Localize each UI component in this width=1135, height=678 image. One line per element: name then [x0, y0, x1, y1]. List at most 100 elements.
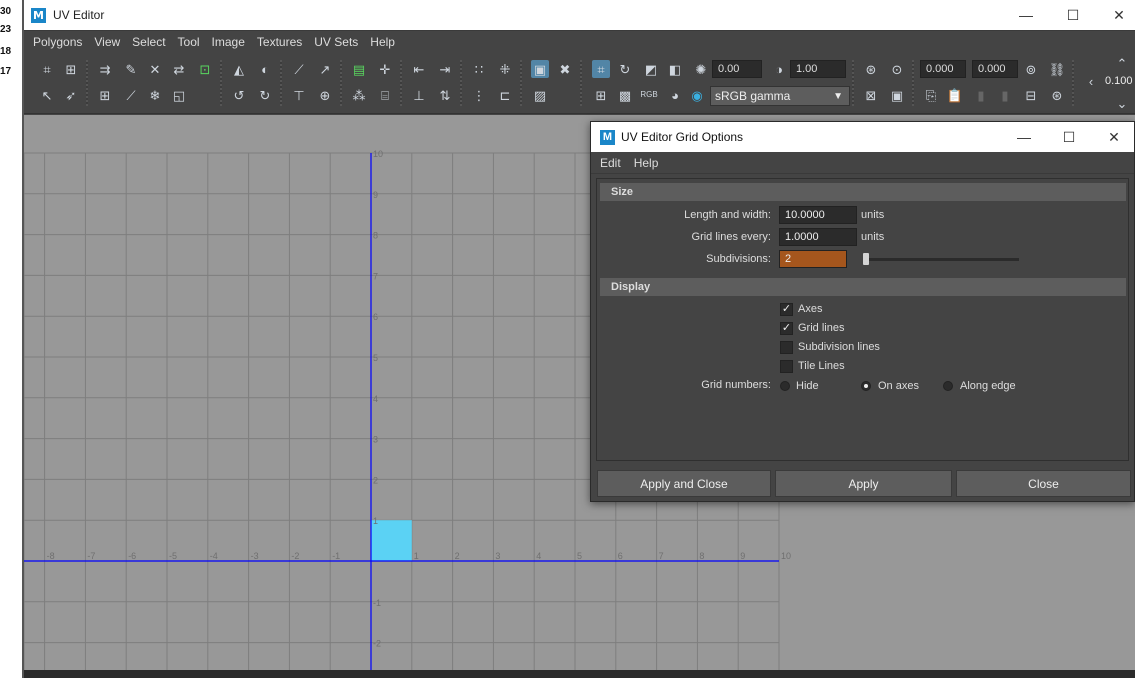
rgb-channels-icon[interactable]: RGB [640, 86, 658, 104]
paste-u-icon[interactable]: ▮ [972, 86, 990, 104]
menu-uv-sets[interactable]: UV Sets [314, 35, 358, 49]
align-right-icon[interactable]: ⇥ [436, 60, 454, 78]
rotate-uvs-icon[interactable]: ↗ [316, 60, 334, 78]
cut-uvs-icon[interactable]: ⌗ [38, 60, 56, 78]
grid-uvs-icon[interactable]: ✛ [376, 60, 394, 78]
delete-uvs-icon[interactable]: ✕ [146, 60, 164, 78]
chevron-up-icon[interactable]: ⌃ [1113, 54, 1131, 72]
paste-v-icon[interactable]: ▮ [996, 86, 1014, 104]
maximize-button[interactable]: ☐ [1050, 0, 1096, 30]
optimize-icon[interactable]: ⁂ [350, 86, 368, 104]
align-center-icon[interactable]: ⊕ [316, 86, 334, 104]
grid-toggle-icon[interactable]: ⊞ [592, 86, 610, 104]
menu-select[interactable]: Select [132, 35, 165, 49]
length-field[interactable]: 10.0000 [779, 206, 857, 224]
align-vertical-icon[interactable]: ⇅ [436, 86, 454, 104]
image-icon[interactable]: ▣ [888, 86, 906, 104]
shell-select-icon[interactable]: ⊞ [96, 86, 114, 104]
rotate-view-icon[interactable]: ↻ [616, 60, 634, 78]
copy-uv-icon[interactable]: ⊚ [1022, 60, 1040, 78]
menu-polygons[interactable]: Polygons [33, 35, 82, 49]
select-tool-icon[interactable]: ↖ [38, 86, 56, 104]
dim-image-icon[interactable]: ▨ [531, 86, 549, 104]
align-top-icon[interactable]: ⊤ [290, 86, 308, 104]
display-section-header[interactable]: Display [600, 278, 1126, 296]
paste-icon[interactable]: 📋 [946, 86, 964, 104]
layout-uvs-icon[interactable]: ⊡ [196, 60, 214, 78]
rotate-ccw-icon[interactable]: ↺ [230, 86, 248, 104]
radio-on-axes[interactable] [861, 381, 871, 391]
radio-hide[interactable] [780, 381, 790, 391]
dialog-titlebar[interactable]: M UV Editor Grid Options — ☐ ✕ [591, 122, 1134, 152]
sew-uvs-icon[interactable]: ⇉ [96, 60, 114, 78]
close-button[interactable]: ✕ [1096, 0, 1135, 30]
split-uvs-icon[interactable]: ⊞ [62, 60, 80, 78]
shaded-icon[interactable]: ◕ [666, 86, 684, 104]
subdivisions-field[interactable]: 2 [779, 250, 847, 268]
texel-density-icon[interactable]: ⌸ [376, 86, 394, 104]
axes-checkbox[interactable]: ✓ [780, 303, 793, 316]
gamma-field[interactable]: 1.00 [790, 60, 846, 78]
u-value-field[interactable]: 0.000 [920, 60, 966, 78]
symmetrize-icon[interactable]: ◱ [170, 86, 188, 104]
gamma-icon[interactable]: ◑ [770, 60, 788, 78]
menu-tool[interactable]: Tool [178, 35, 200, 49]
chevron-down-icon[interactable]: ⌄ [1113, 94, 1131, 112]
image-display-icon[interactable]: ▣ [531, 60, 549, 78]
color-swatch-icon[interactable]: ◧ [666, 60, 684, 78]
lasso-tool-icon[interactable]: ➶ [62, 86, 80, 104]
menu-view[interactable]: View [94, 35, 120, 49]
tile-lines-checkbox[interactable] [780, 360, 793, 373]
smudge-icon[interactable]: ⟋ [122, 86, 140, 104]
snapshot-icon[interactable]: ⊠ [862, 86, 880, 104]
brush-icon[interactable]: ✎ [122, 60, 140, 78]
merge-uvs-icon[interactable]: ⇄ [170, 60, 188, 78]
subdivisions-slider-thumb[interactable] [863, 253, 869, 265]
chevron-left-icon[interactable]: ‹ [1082, 72, 1100, 90]
menu-help[interactable]: Help [370, 35, 395, 49]
rotate-cw-icon[interactable]: ↻ [256, 86, 274, 104]
v-value-field[interactable]: 0.000 [972, 60, 1018, 78]
cycle-uv-icon[interactable]: ⊟ [1022, 86, 1040, 104]
flip-u-icon[interactable]: ◭ [230, 60, 248, 78]
menu-image[interactable]: Image [212, 35, 245, 49]
apply-and-close-button[interactable]: Apply and Close [597, 470, 771, 497]
colorspace-dropdown[interactable]: sRGB gamma ▼ [710, 86, 850, 106]
dialog-minimize-button[interactable]: — [1001, 122, 1047, 152]
menu-textures[interactable]: Textures [257, 35, 302, 49]
dialog-maximize-button[interactable]: ☐ [1046, 122, 1092, 152]
align-bottom-icon[interactable]: ⊥ [410, 86, 428, 104]
checker-tile-icon[interactable]: ▩ [616, 86, 634, 104]
minimize-button[interactable]: — [1003, 0, 1049, 30]
subdivisions-slider[interactable] [863, 258, 1019, 261]
copy-icon[interactable]: ⎘ [922, 86, 940, 104]
distribute-icon[interactable]: ∷ [470, 60, 488, 78]
grid-lines-checkbox[interactable]: ✓ [780, 322, 793, 335]
gather-icon[interactable]: ⋮ [470, 86, 488, 104]
psd-icon[interactable]: ⊙ [888, 60, 906, 78]
step-field[interactable]: 0.100 [1100, 72, 1135, 90]
window-titlebar[interactable]: M UV Editor — ☐ ✕ [24, 0, 1135, 30]
size-section-header[interactable]: Size [600, 183, 1126, 201]
pin-icon[interactable]: ❄ [146, 86, 164, 104]
shading-icon[interactable]: ◩ [642, 60, 660, 78]
checker-icon[interactable]: ✖ [556, 60, 574, 78]
dialog-close-button[interactable]: ✕ [1091, 122, 1135, 152]
color-management-icon[interactable]: ◉ [688, 86, 706, 104]
dialog-menu-help[interactable]: Help [634, 156, 659, 170]
close-dialog-button[interactable]: Close [956, 470, 1131, 497]
dialog-menu-edit[interactable]: Edit [600, 156, 621, 170]
unfold-icon[interactable]: ▤ [350, 60, 368, 78]
grid-display-icon[interactable]: ⌗ [592, 60, 610, 78]
flip-v-icon[interactable]: ◐ [256, 60, 274, 78]
view-transform-icon[interactable]: ⊛ [862, 60, 880, 78]
radio-along-edge[interactable] [943, 381, 953, 391]
exposure-field[interactable]: 0.00 [712, 60, 762, 78]
reset-icon[interactable]: ⊛ [1048, 86, 1066, 104]
apply-button[interactable]: Apply [775, 470, 952, 497]
snap-icon[interactable]: ⁜ [496, 60, 514, 78]
exposure-icon[interactable]: ✺ [692, 60, 710, 78]
stack-icon[interactable]: ⊏ [496, 86, 514, 104]
subdivision-lines-checkbox[interactable] [780, 341, 793, 354]
straighten-icon[interactable]: ⟋ [290, 60, 308, 78]
